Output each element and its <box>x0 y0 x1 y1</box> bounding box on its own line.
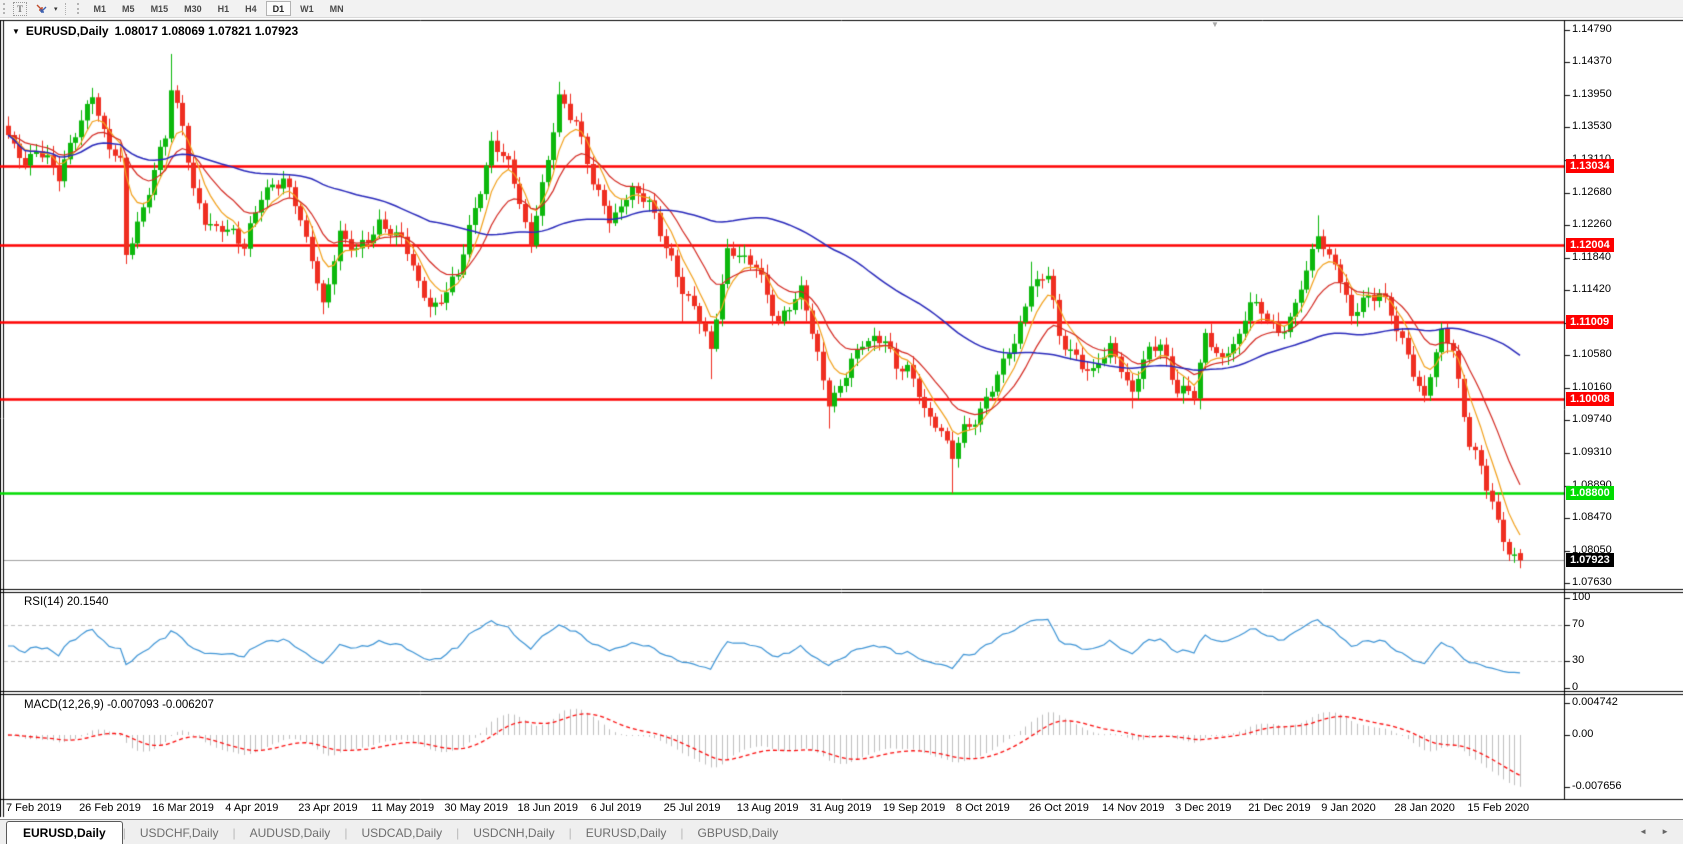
timeframe-button-w1[interactable]: W1 <box>293 1 321 16</box>
chart-tab-audusd-2[interactable]: AUDUSD,Daily <box>236 822 345 844</box>
date-tick-label: 30 May 2019 <box>444 802 508 814</box>
date-tick-label: 15 Feb 2020 <box>1467 802 1529 814</box>
dropdown-caret-icon[interactable]: ▾ <box>54 5 58 13</box>
hline-price-label: 1.13034 <box>1566 159 1614 173</box>
hline-price-label: 1.11009 <box>1566 315 1613 329</box>
date-tick-label: 21 Dec 2019 <box>1248 802 1310 814</box>
rsi-tick-label: 30 <box>1572 654 1584 666</box>
price-tick-label: 1.10580 <box>1572 348 1612 360</box>
chart-shift-marker[interactable]: ▼ <box>1211 20 1219 29</box>
chart-tab-usdcnh-4[interactable]: USDCNH,Daily <box>459 822 568 844</box>
macd-tick-label: 0.004742 <box>1572 696 1618 708</box>
rsi-tick-label: 0 <box>1572 681 1578 693</box>
date-tick-label: 16 Mar 2019 <box>152 802 214 814</box>
tab-scroll-right-icon[interactable]: ► <box>1661 827 1669 836</box>
mt4-window: T ▾ M1M5M15M30H1H4D1W1MN ▼ EURUSD,Daily … <box>0 0 1683 844</box>
date-tick-label: 23 Apr 2019 <box>298 802 357 814</box>
timeframe-button-m15[interactable]: M15 <box>144 1 176 16</box>
text-tool-button[interactable]: T <box>13 2 27 16</box>
chart-tab-eurusd-5[interactable]: EURUSD,Daily <box>572 822 681 844</box>
macd-tick-label: -0.007656 <box>1572 780 1622 792</box>
date-tick-label: 26 Oct 2019 <box>1029 802 1089 814</box>
current-price-label: 1.07923 <box>1566 553 1614 567</box>
chart-tab-usdcad-3[interactable]: USDCAD,Daily <box>347 822 456 844</box>
date-tick-label: 25 Jul 2019 <box>664 802 721 814</box>
chart-tab-eurusd-0[interactable]: EURUSD,Daily <box>6 821 123 844</box>
date-tick-label: 18 Jun 2019 <box>517 802 578 814</box>
rsi-indicator-label: RSI(14) 20.1540 <box>24 596 108 608</box>
price-tick-label: 1.12260 <box>1572 218 1612 230</box>
price-tick-label: 1.12680 <box>1572 186 1612 198</box>
rsi-tick-label: 70 <box>1572 618 1584 630</box>
price-tick-label: 1.11840 <box>1572 251 1611 263</box>
date-tick-label: 7 Feb 2019 <box>6 802 62 814</box>
hline-price-label: 1.10008 <box>1566 392 1614 406</box>
chart-tab-usdchf-1[interactable]: USDCHF,Daily <box>126 822 233 844</box>
chart-symbol-label: EURUSD,Daily <box>26 24 109 38</box>
price-tick-label: 1.09740 <box>1572 413 1612 425</box>
diagonal-arrows-icon <box>35 3 48 15</box>
date-tick-label: 9 Jan 2020 <box>1321 802 1375 814</box>
date-tick-label: 19 Sep 2019 <box>883 802 945 814</box>
date-tick-label: 4 Apr 2019 <box>225 802 278 814</box>
price-tick-label: 1.08470 <box>1572 511 1612 523</box>
chart-ohlc-values: 1.08017 1.08069 1.07821 1.07923 <box>115 24 299 38</box>
date-tick-label: 14 Nov 2019 <box>1102 802 1164 814</box>
date-tick-label: 8 Oct 2019 <box>956 802 1010 814</box>
price-tick-label: 1.13530 <box>1572 120 1612 132</box>
date-tick-label: 28 Jan 2020 <box>1394 802 1455 814</box>
rsi-tick-label: 100 <box>1572 591 1590 603</box>
macd-tick-label: 0.00 <box>1572 728 1593 740</box>
price-chart-canvas[interactable] <box>0 0 1683 844</box>
timeframe-toolbar: M1M5M15M30H1H4D1W1MN <box>87 1 351 16</box>
timeframe-button-h4[interactable]: H4 <box>238 1 264 16</box>
date-tick-label: 6 Jul 2019 <box>591 802 642 814</box>
timeframe-button-m1[interactable]: M1 <box>87 1 114 16</box>
price-tick-label: 1.09310 <box>1572 446 1612 458</box>
tab-scroll-controls: ◄ ► <box>1639 827 1669 836</box>
price-tick-label: 1.14790 <box>1572 23 1612 35</box>
date-tick-label: 26 Feb 2019 <box>79 802 141 814</box>
date-tick-label: 3 Dec 2019 <box>1175 802 1231 814</box>
timeframe-button-m30[interactable]: M30 <box>177 1 209 16</box>
date-tick-label: 13 Aug 2019 <box>737 802 799 814</box>
timeframe-button-h1[interactable]: H1 <box>211 1 237 16</box>
hline-price-label: 1.12004 <box>1566 238 1614 252</box>
price-tick-label: 1.07630 <box>1572 576 1612 588</box>
toolbar: T ▾ M1M5M15M30H1H4D1W1MN <box>0 0 1683 18</box>
price-tick-label: 1.11420 <box>1572 283 1611 295</box>
price-tick-label: 1.14370 <box>1572 55 1612 67</box>
chart-tab-gbpusd-6[interactable]: GBPUSD,Daily <box>684 822 793 844</box>
collapse-caret-icon[interactable]: ▼ <box>12 27 20 36</box>
date-tick-label: 31 Aug 2019 <box>810 802 872 814</box>
toolbar-separator <box>65 3 67 15</box>
timeframe-button-m5[interactable]: M5 <box>115 1 142 16</box>
macd-indicator-label: MACD(12,26,9) -0.007093 -0.006207 <box>24 699 214 711</box>
chart-tab-bar: EURUSD,Daily|USDCHF,Daily|AUDUSD,Daily|U… <box>0 819 1683 844</box>
price-tick-label: 1.10160 <box>1572 381 1612 393</box>
timeframe-button-mn[interactable]: MN <box>323 1 351 16</box>
chart-title-row: ▼ EURUSD,Daily 1.08017 1.08069 1.07821 1… <box>12 24 298 38</box>
price-tick-label: 1.13950 <box>1572 88 1612 100</box>
date-tick-label: 11 May 2019 <box>371 802 434 814</box>
toolbar-grip[interactable] <box>3 3 9 14</box>
tab-scroll-left-icon[interactable]: ◄ <box>1639 827 1647 836</box>
hline-price-label: 1.08800 <box>1566 486 1614 500</box>
timeframe-toolbar-grip[interactable] <box>77 3 83 14</box>
arrows-tool-button[interactable] <box>31 2 52 16</box>
timeframe-button-d1[interactable]: D1 <box>266 1 292 16</box>
